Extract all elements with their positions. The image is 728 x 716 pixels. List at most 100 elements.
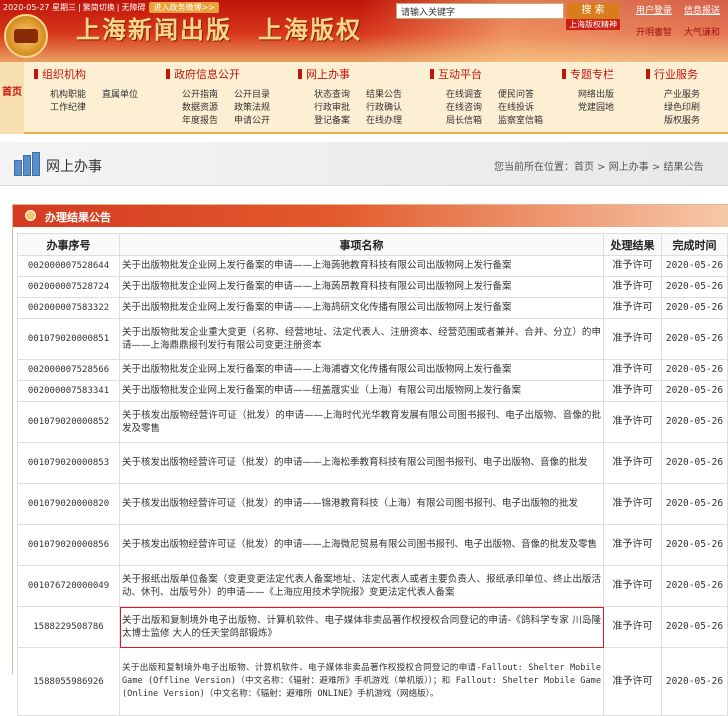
row-item-link[interactable]: 关于报纸出版单位备案（变更变更法定代表人备案地址、法定代表人或者主要负责人、报纸…: [119, 565, 604, 607]
breadcrumb-separator: >: [594, 162, 609, 173]
table-row[interactable]: 001079020000820 关于核发出版物经营许可证（批发）的申请——锦港教育…: [17, 483, 728, 525]
nav-link[interactable]: 在线办理: [366, 113, 402, 126]
table-row[interactable]: 002000007528566 关于出版物批发企业网上发行备案的申请——上海浦睿文…: [17, 359, 728, 381]
row-date-cell: 2020-05-26: [661, 380, 728, 402]
nav-link[interactable]: 行政确认: [366, 100, 402, 113]
row-id-cell: 1588229508786: [17, 606, 120, 648]
nav-link[interactable]: 公开指南: [182, 87, 218, 100]
nav-link[interactable]: 在线调查: [446, 87, 482, 100]
nav-group-title[interactable]: 组织机构: [42, 68, 86, 81]
table-row[interactable]: 001079020000851 关于出版物批发企业重大变更（名称、经营地址、法定代…: [17, 318, 728, 360]
row-item-link[interactable]: 关于出版物批发企业网上发行备案的申请——上海蒟昂教育科技有限公司出版物网上发行备…: [119, 276, 604, 298]
nav-link[interactable]: 政策法规: [234, 100, 270, 113]
nav-group-special: 专题专栏 网络出版 党建园地: [562, 62, 642, 134]
row-id-cell: 002000007583341: [17, 380, 120, 402]
row-date-cell: 2020-05-26: [661, 401, 728, 443]
slogan-left: 开明書智: [636, 28, 673, 38]
row-id-cell: 001079020000852: [17, 401, 120, 443]
row-item-link[interactable]: 关于核发出版物经营许可证（批发）的申请——上海时代光华教育发展有限公司图书报刊、…: [119, 401, 604, 443]
nav-link[interactable]: 监察室信箱: [498, 113, 543, 126]
nav-group-title[interactable]: 网上办事: [306, 68, 350, 81]
row-item-link[interactable]: 关于出版物批发企业网上发行备案的申请——上海蒟驰教育科技有限公司出版物网上发行备…: [119, 255, 604, 277]
site-logo[interactable]: [4, 14, 48, 58]
table-row[interactable]: 002000007528724 关于出版物批发企业网上发行备案的申请——上海蒟昂教…: [17, 276, 728, 298]
row-result-cell: 准予许可: [603, 647, 662, 716]
nav-link[interactable]: 在线咨询: [446, 100, 482, 113]
table-row[interactable]: 001079020000856 关于核发出版物经营许可证（批发）的申请——上海微尼…: [17, 524, 728, 566]
nav-link[interactable]: 申请公开: [234, 113, 270, 126]
row-result-cell: 准予许可: [603, 565, 662, 607]
nav-group-title[interactable]: 专题专栏: [570, 68, 614, 81]
nav-link[interactable]: 绿色印刷: [664, 100, 700, 113]
breadcrumb-prefix: 您当前所在位置：: [494, 162, 574, 173]
nav-link[interactable]: 年度报告: [182, 113, 218, 126]
nav-link[interactable]: 产业服务: [664, 87, 700, 100]
panel-header: 办理结果公告: [13, 205, 728, 227]
user-login-link[interactable]: 用户登录: [636, 3, 672, 16]
nav-link[interactable]: 直属单位: [102, 87, 138, 100]
table-row[interactable]: 002000007583322 关于出版物批发企业网上发行备案的申请——上海鸪研文…: [17, 297, 728, 319]
search-input[interactable]: [396, 3, 564, 19]
nav-link[interactable]: 工作纪律: [50, 100, 86, 113]
nav-link[interactable]: 行政审批: [314, 100, 350, 113]
row-item-link[interactable]: 关于出版和复制境外电子出版物、计算机软件、电子媒体非卖品著作权授权合同登记的申请…: [119, 606, 604, 648]
search-icon: [25, 210, 36, 221]
row-item-link[interactable]: 关于出版和复制境外电子出版物、计算机软件、电子媒体非卖品著作权授权合同登记的申请…: [119, 647, 604, 716]
nav-link[interactable]: 公开目录: [234, 87, 270, 100]
nav-link[interactable]: 网络出版: [578, 87, 614, 100]
table-row[interactable]: 001079020000853 关于核发出版物经营许可证（批发）的申请——上海松季…: [17, 442, 728, 484]
row-date-cell: 2020-05-26: [661, 483, 728, 525]
book-wall-label[interactable]: 上海版权精神: [566, 19, 620, 30]
row-result-cell: 准予许可: [603, 297, 662, 319]
nav-link[interactable]: 在线投诉: [498, 100, 534, 113]
breadcrumb-separator: >: [648, 162, 664, 173]
breadcrumb-home[interactable]: 首页: [574, 162, 594, 173]
table-row[interactable]: 002000007528644 关于出版物批发企业网上发行备案的申请——上海蒟驰教…: [17, 255, 728, 277]
row-id-cell: 1588055986926: [17, 647, 120, 716]
table-row[interactable]: 002000007583341 关于出版物批发企业网上发行备案的申请——纽盖蔻实业…: [17, 380, 728, 402]
nav-link[interactable]: 局长信箱: [446, 113, 482, 126]
row-item-link[interactable]: 关于出版物批发企业网上发行备案的申请——上海浦睿文化传播有限公司出版物网上发行备…: [119, 359, 604, 381]
table-row[interactable]: 1588229508786 关于出版和复制境外电子出版物、计算机软件、电子媒体非卖…: [17, 606, 728, 648]
info-submit-link[interactable]: 信息报送: [684, 3, 720, 16]
row-item-link[interactable]: 关于出版物批发企业网上发行备案的申请——上海鸪研文化传播有限公司出版物网上发行备…: [119, 297, 604, 319]
nav-home[interactable]: 首页: [0, 62, 24, 134]
row-id-cell: 001076720000049: [17, 565, 120, 607]
nav-link[interactable]: 机构职能: [50, 87, 86, 100]
row-result-cell: 准予许可: [603, 606, 662, 648]
search-button[interactable]: 搜 索: [567, 3, 619, 19]
table-row[interactable]: 001076720000049 关于报纸出版单位备案（变更变更法定代表人备案地址、…: [17, 565, 728, 607]
results-panel: 办理结果公告 办事序号 事项名称 处理结果 完成时间 0020000075286…: [12, 204, 728, 716]
nav-link[interactable]: 结果公告: [366, 87, 402, 100]
nav-link[interactable]: 状态查询: [314, 87, 350, 100]
nav-group-industry: 行业服务 产业服务 绿色印刷 版权服务: [646, 62, 726, 134]
row-id-cell: 001079020000856: [17, 524, 120, 566]
nav-group-title[interactable]: 行业服务: [654, 68, 698, 81]
row-date-cell: 2020-05-26: [661, 318, 728, 360]
row-date-cell: 2020-05-26: [661, 297, 728, 319]
table-row[interactable]: 001079020000852 关于核发出版物经营许可证（批发）的申请——上海时代…: [17, 401, 728, 443]
row-id-cell: 001079020000853: [17, 442, 120, 484]
row-result-cell: 准予许可: [603, 483, 662, 525]
row-item-link[interactable]: 关于出版物批发企业重大变更（名称、经营地址、法定代表人、注册资本、经营范围或者兼…: [119, 318, 604, 360]
nav-link[interactable]: 版权服务: [664, 113, 700, 126]
row-item-link[interactable]: 关于核发出版物经营许可证（批发）的申请——上海松季教育科技有限公司图书报刊、电子…: [119, 442, 604, 484]
breadcrumb-online-service[interactable]: 网上办事: [609, 162, 649, 173]
nav-group-title[interactable]: 政府信息公开: [174, 68, 240, 81]
nav-group-gov-info: 政府信息公开 公开指南 公开目录 数据资源 政策法规 年度报告 申请公开: [166, 62, 286, 134]
table-header-row: 办事序号 事项名称 处理结果 完成时间: [17, 233, 728, 256]
row-item-link[interactable]: 关于核发出版物经营许可证（批发）的申请——锦港教育科技（上海）有限公司图书报刊、…: [119, 483, 604, 525]
row-id-cell: 001079020000851: [17, 318, 120, 360]
row-item-link[interactable]: 关于核发出版物经营许可证（批发）的申请——上海微尼贸易有限公司图书报刊、电子出版…: [119, 524, 604, 566]
row-id-cell: 002000007528644: [17, 255, 120, 277]
row-date-cell: 2020-05-26: [661, 565, 728, 607]
nav-link[interactable]: 党建园地: [578, 100, 614, 113]
row-date-cell: 2020-05-26: [661, 524, 728, 566]
nav-link[interactable]: 数据资源: [182, 100, 218, 113]
nav-group-title[interactable]: 互动平台: [438, 68, 482, 81]
table-row[interactable]: 1588055986926 关于出版和复制境外电子出版物、计算机软件、电子媒体非卖…: [17, 647, 728, 716]
row-result-cell: 准予许可: [603, 524, 662, 566]
nav-link[interactable]: 便民问答: [498, 87, 534, 100]
nav-link[interactable]: 登记备案: [314, 113, 350, 126]
row-item-link[interactable]: 关于出版物批发企业网上发行备案的申请——纽盖蔻实业（上海）有限公司出版物网上发行…: [119, 380, 604, 402]
